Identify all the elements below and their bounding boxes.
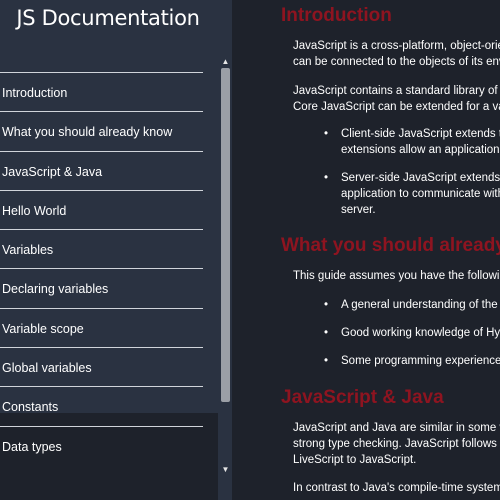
- text-line: LiveScript to JavaScript.: [293, 454, 417, 466]
- paragraph: JavaScript and Java are similar in some …: [293, 420, 500, 468]
- nav-item-javascript-and-java[interactable]: JavaScript & Java: [0, 150, 203, 190]
- text-line: JavaScript is a cross-platform, object-o…: [293, 40, 500, 52]
- text-line: JavaScript contains a standard library o…: [293, 85, 500, 97]
- paragraph: This guide assumes you have the followin…: [293, 268, 500, 284]
- text-line: extensions allow an application to p: [341, 144, 500, 156]
- text-line: A general understanding of the Inter: [341, 299, 500, 311]
- text-line: This guide assumes you have the followin…: [293, 270, 500, 282]
- text-line: server.: [341, 204, 376, 216]
- list-item: Some programming experience. If y: [324, 353, 500, 369]
- text-line: strong type checking. JavaScript follows…: [293, 438, 500, 450]
- list-item: Good working knowledge of HyperT: [324, 325, 500, 341]
- paragraph: In contrast to Java's compile-time syste…: [293, 480, 500, 496]
- paragraph: JavaScript is a cross-platform, object-o…: [293, 38, 500, 70]
- list-item: Client-side JavaScript extends the co ex…: [324, 126, 500, 158]
- nav-item-constants[interactable]: Constants: [0, 386, 203, 425]
- section-title-introduction: Introduction: [281, 5, 392, 26]
- nav-item-introduction[interactable]: Introduction: [0, 72, 203, 111]
- nav-item-declaring-variables[interactable]: Declaring variables: [0, 268, 203, 307]
- scroll-down-arrow-icon[interactable]: ▼: [219, 464, 232, 475]
- main-content: Introduction JavaScript is a cross-platf…: [232, 0, 500, 500]
- nav-item-global-variables[interactable]: Global variables: [0, 347, 203, 386]
- section-title-what-you-should-already-know: What you should already know: [281, 235, 500, 256]
- text-line: JavaScript and Java are similar in some …: [293, 422, 500, 434]
- sidebar-title: JS Documentation: [16, 6, 200, 30]
- sidebar-scrollbar[interactable]: ▲ ▼: [219, 52, 232, 478]
- text-line: Client-side JavaScript extends the co: [341, 128, 500, 140]
- section-title-javascript-and-java: JavaScript & Java: [281, 387, 444, 408]
- text-line: Good working knowledge of HyperT: [341, 327, 500, 339]
- nav-item-data-types[interactable]: Data types: [0, 425, 203, 465]
- scroll-up-arrow-icon[interactable]: ▲: [219, 56, 232, 67]
- text-line: application to communicate with a d: [341, 188, 500, 200]
- nav-item-variables[interactable]: Variables: [0, 229, 203, 268]
- nav-item-hello-world[interactable]: Hello World: [0, 189, 203, 229]
- paragraph: JavaScript contains a standard library o…: [293, 83, 500, 115]
- nav-list: Introduction What you should already kno…: [0, 72, 203, 465]
- sidebar: JS Documentation Introduction What you s…: [0, 0, 232, 500]
- text-line: can be connected to the objects of its e…: [293, 56, 500, 68]
- list-item: Server-side JavaScript extends the c app…: [324, 170, 500, 218]
- nav-item-what-you-should-already-know[interactable]: What you should already know: [0, 111, 203, 150]
- nav-item-variable-scope[interactable]: Variable scope: [0, 307, 203, 347]
- text-line: Core JavaScript can be extended for a va…: [293, 101, 500, 113]
- text-line: Server-side JavaScript extends the c: [341, 172, 500, 184]
- scrollbar-thumb[interactable]: [221, 68, 230, 402]
- text-line: Some programming experience. If y: [341, 355, 500, 367]
- text-line: In contrast to Java's compile-time syste…: [293, 482, 500, 494]
- list-item: A general understanding of the Inter: [324, 297, 500, 313]
